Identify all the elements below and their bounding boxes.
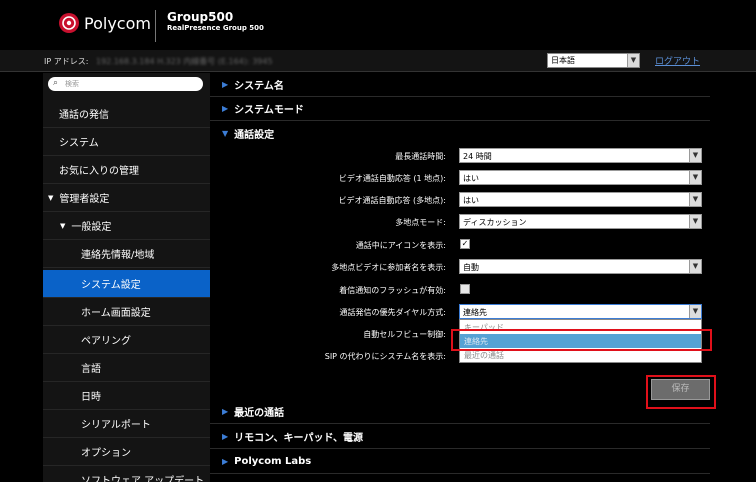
sidebar-item-pairing[interactable]: ペアリング xyxy=(43,326,210,354)
auto-answer-p2p-label: ビデオ通話自動応答 (1 地点): xyxy=(338,174,446,183)
sidebar-item-label: シリアルポート xyxy=(81,420,151,431)
sidebar-item-label: ペアリング xyxy=(81,336,131,347)
auto-selfview-label: 自動セルフビュー制御: xyxy=(363,330,446,339)
expanded-triangle-icon: ▼ xyxy=(48,193,54,202)
main-content: ▶ システム名 ▶ システムモード ▼ 通話設定 最長通話時間: 24 時間 ▼ ビデオ… xyxy=(210,73,756,482)
sidebar-item-label: 一般設定 xyxy=(71,222,112,233)
sidebar-item-label: 通話の発信 xyxy=(59,110,109,121)
section-label: 最近の通話 xyxy=(234,408,285,419)
show-icons-checkbox[interactable]: ✓ xyxy=(460,239,470,249)
header-divider xyxy=(155,10,156,42)
section-remote-keypad-power[interactable]: ▶ リモコン、キーパッド、電源 xyxy=(210,425,710,449)
select-value: はい xyxy=(463,174,479,183)
section-label: システムモード xyxy=(234,105,304,116)
sidebar-item-label: システム xyxy=(59,138,99,149)
collapsed-triangle-icon: ▶ xyxy=(222,432,229,441)
search-placeholder: 検索 xyxy=(65,80,79,88)
max-call-time-select[interactable]: 24 時間 ▼ xyxy=(459,148,702,163)
collapsed-triangle-icon: ▶ xyxy=(222,407,229,416)
preferred-dial-label: 通話発信の優先ダイヤル方式: xyxy=(339,308,446,317)
select-value: 自動 xyxy=(463,263,479,272)
expanded-triangle-icon: ▼ xyxy=(60,221,66,230)
sidebar-item-software-update[interactable]: ソフトウェア アップデート xyxy=(43,466,210,482)
sidebar-item-label: ホーム画面設定 xyxy=(81,308,151,319)
chevron-down-icon: ▼ xyxy=(689,260,701,273)
sidebar-item-place-call[interactable]: 通話の発信 xyxy=(43,100,210,128)
section-system-mode[interactable]: ▶ システムモード xyxy=(210,97,710,121)
sidebar-item-system[interactable]: システム xyxy=(43,128,210,156)
chevron-down-icon: ▼ xyxy=(627,54,639,67)
expanded-triangle-icon: ▼ xyxy=(222,128,229,138)
header: Polycom Group500 RealPresence Group 500 xyxy=(0,0,756,50)
auto-answer-mp-label: ビデオ通話自動応答 (多地点): xyxy=(338,196,446,205)
sidebar-item-label: 連絡先情報/地域 xyxy=(81,250,155,261)
collapsed-triangle-icon: ▶ xyxy=(222,457,229,466)
device-title: Group500 xyxy=(167,10,234,24)
sidebar-item-language[interactable]: 言語 xyxy=(43,354,210,382)
logout-link[interactable]: ログアウト xyxy=(655,54,700,67)
section-polycom-labs[interactable]: ▶ Polycom Labs xyxy=(210,450,710,474)
section-recent-calls[interactable]: ▶ 最近の通話 xyxy=(210,400,710,424)
sip-name-label: SIP の代わりにシステム名を表示: xyxy=(324,352,446,361)
show-icons-label: 通話中にアイコンを表示: xyxy=(355,241,446,250)
sidebar-item-label: お気に入りの管理 xyxy=(59,166,139,177)
chevron-down-icon: ▼ xyxy=(689,193,701,206)
sidebar-item-label: 言語 xyxy=(81,364,101,375)
sidebar-item-favorites[interactable]: お気に入りの管理 xyxy=(43,156,210,184)
sidebar-item-label: ソフトウェア アップデート xyxy=(81,476,205,482)
polycom-logo-icon xyxy=(59,13,79,33)
sidebar-item-admin-settings[interactable]: ▼ 管理者設定 xyxy=(43,184,210,212)
flash-label: 着信通知のフラッシュが有効: xyxy=(339,286,446,295)
show-names-select[interactable]: 自動 ▼ xyxy=(459,259,702,274)
language-select[interactable]: 日本語 ▼ xyxy=(547,53,640,68)
section-system-name[interactable]: ▶ システム名 xyxy=(210,73,710,97)
show-names-label: 多地点ビデオに参加者名を表示: xyxy=(331,263,446,272)
sidebar-item-date-time[interactable]: 日時 xyxy=(43,382,210,410)
multipoint-mode-select[interactable]: ディスカッション ▼ xyxy=(459,214,702,229)
section-label: 通話設定 xyxy=(234,129,275,141)
sidebar: ⌕ 検索 通話の発信 システム お気に入りの管理 ▼ 管理者設定 ▼ 一般設定 連絡… xyxy=(43,73,210,482)
flash-checkbox[interactable] xyxy=(460,284,470,294)
sidebar-item-serial-port[interactable]: シリアルポート xyxy=(43,410,210,438)
search-icon: ⌕ xyxy=(53,78,59,88)
multipoint-mode-label: 多地点モード: xyxy=(395,218,446,227)
sidebar-item-label: オプション xyxy=(81,448,131,459)
collapsed-triangle-icon: ▶ xyxy=(222,80,229,89)
section-label: Polycom Labs xyxy=(234,456,312,467)
info-bar: IP アドレス: 192.168.3.184 H.323 内線番号 (E.164… xyxy=(0,50,756,72)
sidebar-item-label: 日時 xyxy=(81,392,101,403)
device-subtitle: RealPresence Group 500 xyxy=(167,24,264,32)
section-label: リモコン、キーパッド、電源 xyxy=(234,433,364,444)
ip-address-label: IP アドレス: xyxy=(44,57,89,66)
sidebar-item-label: 管理者設定 xyxy=(59,194,110,205)
chevron-down-icon: ▼ xyxy=(689,215,701,228)
sidebar-item-general-settings[interactable]: ▼ 一般設定 xyxy=(43,212,210,240)
chevron-down-icon: ▼ xyxy=(689,171,701,184)
section-call-settings[interactable]: ▼ 通話設定 xyxy=(210,121,710,145)
select-value: はい xyxy=(463,196,479,205)
ip-address-value: 192.168.3.184 H.323 内線番号 (E.164): 3945 xyxy=(96,57,273,66)
auto-answer-p2p-select[interactable]: はい ▼ xyxy=(459,170,702,185)
brand-name: Polycom xyxy=(84,13,151,33)
auto-answer-mp-select[interactable]: はい ▼ xyxy=(459,192,702,207)
sidebar-item-options[interactable]: オプション xyxy=(43,438,210,466)
collapsed-triangle-icon: ▶ xyxy=(222,104,229,113)
sidebar-item-contact-info[interactable]: 連絡先情報/地域 xyxy=(43,240,210,268)
select-value: ディスカッション xyxy=(463,218,527,227)
search-input[interactable]: ⌕ 検索 xyxy=(48,77,203,91)
select-value: 連絡先 xyxy=(463,308,487,317)
sidebar-item-system-settings[interactable]: システム設定 xyxy=(43,270,210,298)
section-label: システム名 xyxy=(234,81,284,92)
sidebar-item-label: システム設定 xyxy=(81,280,141,291)
highlight-box xyxy=(451,329,712,351)
language-value: 日本語 xyxy=(551,56,575,65)
chevron-down-icon: ▼ xyxy=(689,149,701,162)
select-value: 24 時間 xyxy=(463,152,492,161)
sidebar-item-home-screen[interactable]: ホーム画面設定 xyxy=(43,298,210,326)
max-call-time-label: 最長通話時間: xyxy=(395,152,446,161)
preferred-dial-select[interactable]: 連絡先 ▼ xyxy=(459,304,702,319)
chevron-down-icon: ▼ xyxy=(689,305,701,318)
polycom-logo: Polycom xyxy=(58,12,151,34)
